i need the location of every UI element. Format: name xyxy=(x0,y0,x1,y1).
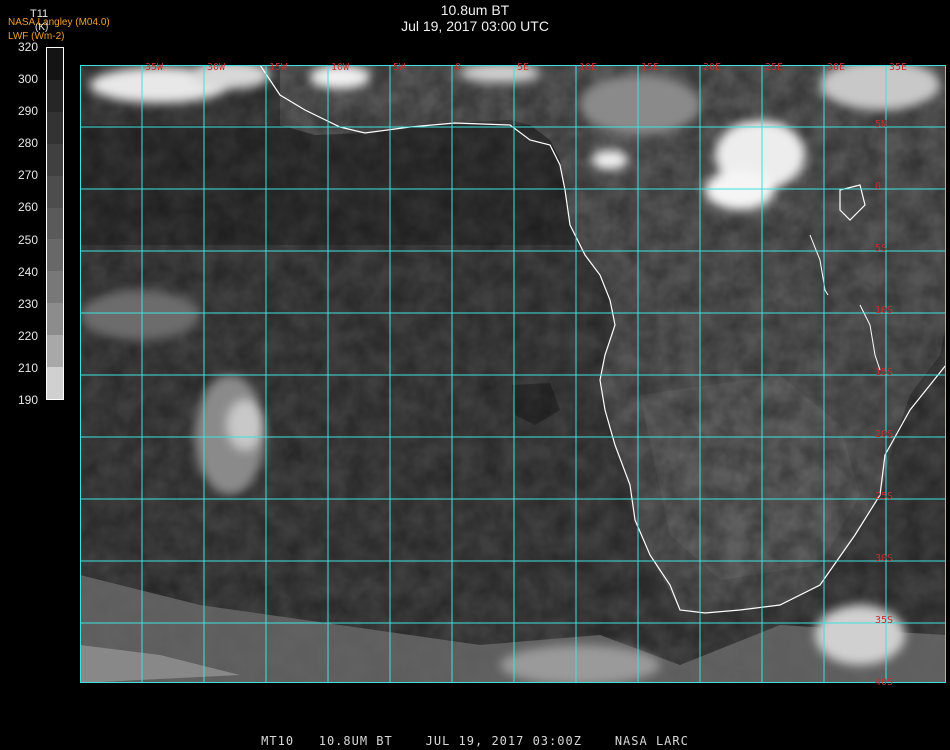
longitude-label: 20E xyxy=(703,62,722,73)
colorbar-labels: 320 300 290 280 270 260 250 240 230 220 210 190 xyxy=(0,0,44,420)
colorbar-tick-label: 260 xyxy=(18,200,39,215)
colorbar-tick-label: 320 xyxy=(18,40,39,54)
colorbar-segment xyxy=(47,239,63,272)
latitude-label: 15S xyxy=(875,367,894,378)
colorbar-segment xyxy=(47,335,63,368)
longitude-label: 10E xyxy=(579,62,598,73)
satellite-map[interactable] xyxy=(80,65,946,683)
map-imagery xyxy=(80,65,946,683)
colorbar-segment xyxy=(47,303,63,336)
latitude-label: 0 xyxy=(875,181,882,192)
latitude-label: 10S xyxy=(875,305,894,316)
colorbar-segment xyxy=(47,48,63,80)
colorbar xyxy=(46,47,64,400)
colorbar-segment xyxy=(47,111,63,144)
latitude-label: 5S xyxy=(875,243,888,254)
colorbar-segment xyxy=(47,207,63,240)
longitude-label: 30E xyxy=(827,62,846,73)
longitude-label: 30W xyxy=(207,62,226,73)
colorbar-tick-label: 230 xyxy=(18,296,39,311)
colorbar-tick-label: 270 xyxy=(18,168,39,183)
image-title: 10.8um BT xyxy=(440,2,510,18)
colorbar-segment xyxy=(47,175,63,208)
colorbar-segment xyxy=(47,143,63,176)
longitude-label: 15W xyxy=(269,62,288,73)
colorbar-segment xyxy=(47,271,63,304)
colorbar-tick-label: 220 xyxy=(18,328,39,343)
longitude-label: 0 xyxy=(455,62,462,73)
latitude-label: 30S xyxy=(875,553,894,564)
colorbar-segment xyxy=(47,367,63,399)
footer-caption: MT10 10.8UM BT JUL 19, 2017 03:00Z NASA … xyxy=(261,734,689,748)
longitude-label: 35W xyxy=(145,62,164,73)
colorbar-tick-label: 280 xyxy=(18,136,39,151)
colorbar-tick-label: 250 xyxy=(18,232,39,247)
colorbar-tick-label: 290 xyxy=(18,104,39,119)
latitude-label: 5N xyxy=(875,119,888,130)
longitude-label: 25E xyxy=(765,62,784,73)
colorbar-segment xyxy=(47,79,63,112)
colorbar-tick-label: 190 xyxy=(18,393,39,407)
colorbar-tick-label: 300 xyxy=(18,72,39,87)
latitude-label: 40S xyxy=(875,677,894,688)
longitude-label: 10W xyxy=(331,62,350,73)
longitude-label: 5E xyxy=(517,62,530,73)
colorbar-tick-label: 240 xyxy=(18,264,39,279)
longitude-label: 35E xyxy=(889,62,908,73)
image-datetime: Jul 19, 2017 03:00 UTC xyxy=(401,18,549,34)
latitude-label: 25S xyxy=(875,491,894,502)
colorbar-tick-label: 210 xyxy=(18,360,39,375)
longitude-label: 5W xyxy=(393,62,406,73)
noise-texture xyxy=(80,65,946,683)
latitude-label: 35S xyxy=(875,615,894,626)
latitude-label: 20S xyxy=(875,429,894,440)
longitude-label: 15E xyxy=(641,62,660,73)
